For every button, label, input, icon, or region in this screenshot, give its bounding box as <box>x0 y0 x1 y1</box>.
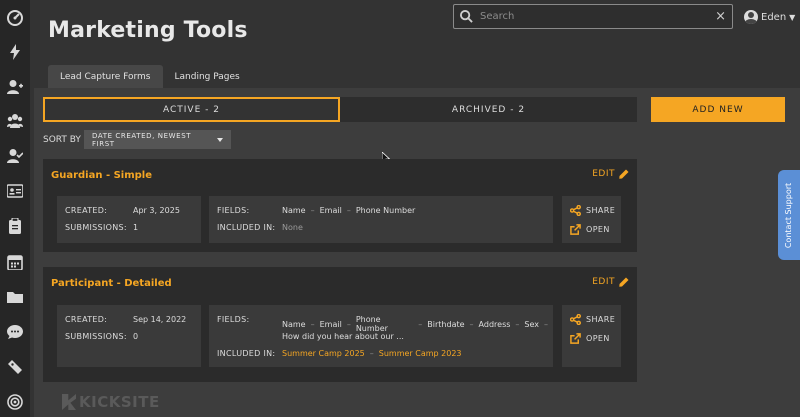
form-title[interactable]: Guardian - Simple <box>51 170 152 181</box>
included-in-label: INCLUDED IN: <box>217 223 276 232</box>
field-item: Phone Number <box>355 206 416 215</box>
user-name: Eden <box>761 11 787 23</box>
clipboard-icon[interactable] <box>5 216 25 236</box>
status-filter: ACTIVE - 2 ARCHIVED - 2 <box>43 97 637 122</box>
included-in-link[interactable]: Summer Camp 2023 <box>379 349 462 358</box>
submissions-value: 1 <box>133 223 139 232</box>
edit-button[interactable]: EDIT <box>592 169 629 179</box>
archived-filter-button[interactable]: ARCHIVED - 2 <box>340 97 637 122</box>
folder-icon[interactable] <box>5 287 25 307</box>
dashboard-icon[interactable] <box>5 8 25 28</box>
field-item: Address <box>478 319 511 329</box>
created-value: Apr 3, 2025 <box>133 206 180 215</box>
fields-label: FIELDS: <box>217 315 250 324</box>
contact-support-label: Contact Support <box>784 182 794 248</box>
form-card: Participant - Detailed EDIT CREATED: Sep… <box>43 267 637 382</box>
lightning-icon[interactable] <box>5 42 25 62</box>
fields-list: Name – Email – Phone Number <box>282 206 416 215</box>
open-button[interactable]: OPEN <box>570 224 610 235</box>
id-card-icon[interactable] <box>5 181 25 201</box>
external-link-icon <box>570 224 581 235</box>
brand-name: KICKSITE <box>79 393 160 411</box>
add-user-icon[interactable] <box>5 77 25 97</box>
search-icon <box>460 10 473 23</box>
target-icon[interactable] <box>5 392 25 412</box>
field-item: Birthdate <box>427 319 465 329</box>
ticket-icon[interactable] <box>5 357 25 377</box>
included-in-value: None <box>282 223 303 232</box>
active-filter-button[interactable]: ACTIVE - 2 <box>43 97 340 122</box>
edit-button[interactable]: EDIT <box>592 277 629 287</box>
form-actions-box: SHARE OPEN <box>562 196 621 243</box>
share-icon <box>570 205 581 216</box>
share-button[interactable]: SHARE <box>570 205 615 216</box>
field-item: How did you hear about our ... <box>282 332 404 341</box>
included-in-label: INCLUDED IN: <box>217 349 276 358</box>
page-title: Marketing Tools <box>48 18 248 43</box>
open-label: OPEN <box>586 334 610 343</box>
sort-value: DATE CREATED, NEWEST FIRST <box>92 131 192 148</box>
field-item: Name <box>282 206 306 215</box>
contact-support-button[interactable]: Contact Support <box>778 170 800 260</box>
avatar <box>744 10 758 24</box>
clear-search-icon[interactable]: × <box>715 9 726 24</box>
submissions-label: SUBMISSIONS: <box>65 223 127 232</box>
search-bar[interactable]: × <box>453 4 733 29</box>
created-label: CREATED: <box>65 315 108 324</box>
add-new-button[interactable]: ADD NEW <box>651 97 785 122</box>
open-button[interactable]: OPEN <box>570 333 610 344</box>
field-item: Phone Number <box>355 315 388 333</box>
caret-down-icon <box>217 137 223 142</box>
pencil-icon <box>619 169 629 179</box>
pencil-icon <box>619 277 629 287</box>
submissions-label: SUBMISSIONS: <box>65 332 127 341</box>
search-input[interactable] <box>480 11 716 22</box>
form-card: Guardian - Simple EDIT CREATED: Apr 3, 2… <box>43 159 637 252</box>
user-check-icon[interactable] <box>5 146 25 166</box>
share-icon <box>570 314 581 325</box>
form-actions-box: SHARE OPEN <box>562 305 621 367</box>
fields-label: FIELDS: <box>217 206 250 215</box>
fields-list: Name – Email – Phone Number – Birthdate – Ad… <box>282 315 548 333</box>
tab-lead-capture-forms[interactable]: Lead Capture Forms <box>48 65 163 88</box>
form-stats-box: CREATED: Sep 14, 2022 SUBMISSIONS: 0 <box>57 305 201 367</box>
included-in-link[interactable]: Summer Camp 2025 <box>282 349 365 358</box>
sort-select[interactable]: DATE CREATED, NEWEST FIRST <box>84 130 231 149</box>
created-label: CREATED: <box>65 206 108 215</box>
group-icon[interactable] <box>5 111 25 131</box>
field-item: Name <box>282 319 306 329</box>
kicksite-mark-icon <box>62 394 76 410</box>
form-fields-box: FIELDS: Name – Email – Phone Number INCLUD… <box>209 196 553 243</box>
user-menu[interactable]: Eden ▼ <box>744 8 795 26</box>
created-value: Sep 14, 2022 <box>133 315 187 324</box>
form-fields-box: FIELDS: Name – Email – Phone Number – Birth… <box>209 305 553 367</box>
field-item: Email <box>319 319 342 329</box>
share-label: SHARE <box>586 206 616 215</box>
external-link-icon <box>570 333 581 344</box>
tab-bar: Lead Capture Forms Landing Pages <box>48 65 252 88</box>
submissions-value: 0 <box>133 332 139 341</box>
field-item: Email <box>319 206 342 215</box>
included-in-list: Summer Camp 2025– Summer Camp 2023 <box>282 349 462 358</box>
sidebar <box>0 0 30 417</box>
chat-icon[interactable] <box>5 322 25 342</box>
field-item: Sex <box>524 319 539 329</box>
edit-label: EDIT <box>592 169 615 179</box>
edit-label: EDIT <box>592 277 615 287</box>
calendar-icon[interactable] <box>5 252 25 272</box>
share-label: SHARE <box>586 315 616 324</box>
sort-label: SORT BY <box>43 135 81 145</box>
open-label: OPEN <box>586 225 610 234</box>
tab-landing-pages[interactable]: Landing Pages <box>163 65 252 88</box>
form-title[interactable]: Participant - Detailed <box>51 278 172 289</box>
share-button[interactable]: SHARE <box>570 314 615 325</box>
chevron-down-icon: ▼ <box>789 12 796 22</box>
form-stats-box: CREATED: Apr 3, 2025 SUBMISSIONS: 1 <box>57 196 201 243</box>
kicksite-logo: KICKSITE <box>62 393 160 411</box>
